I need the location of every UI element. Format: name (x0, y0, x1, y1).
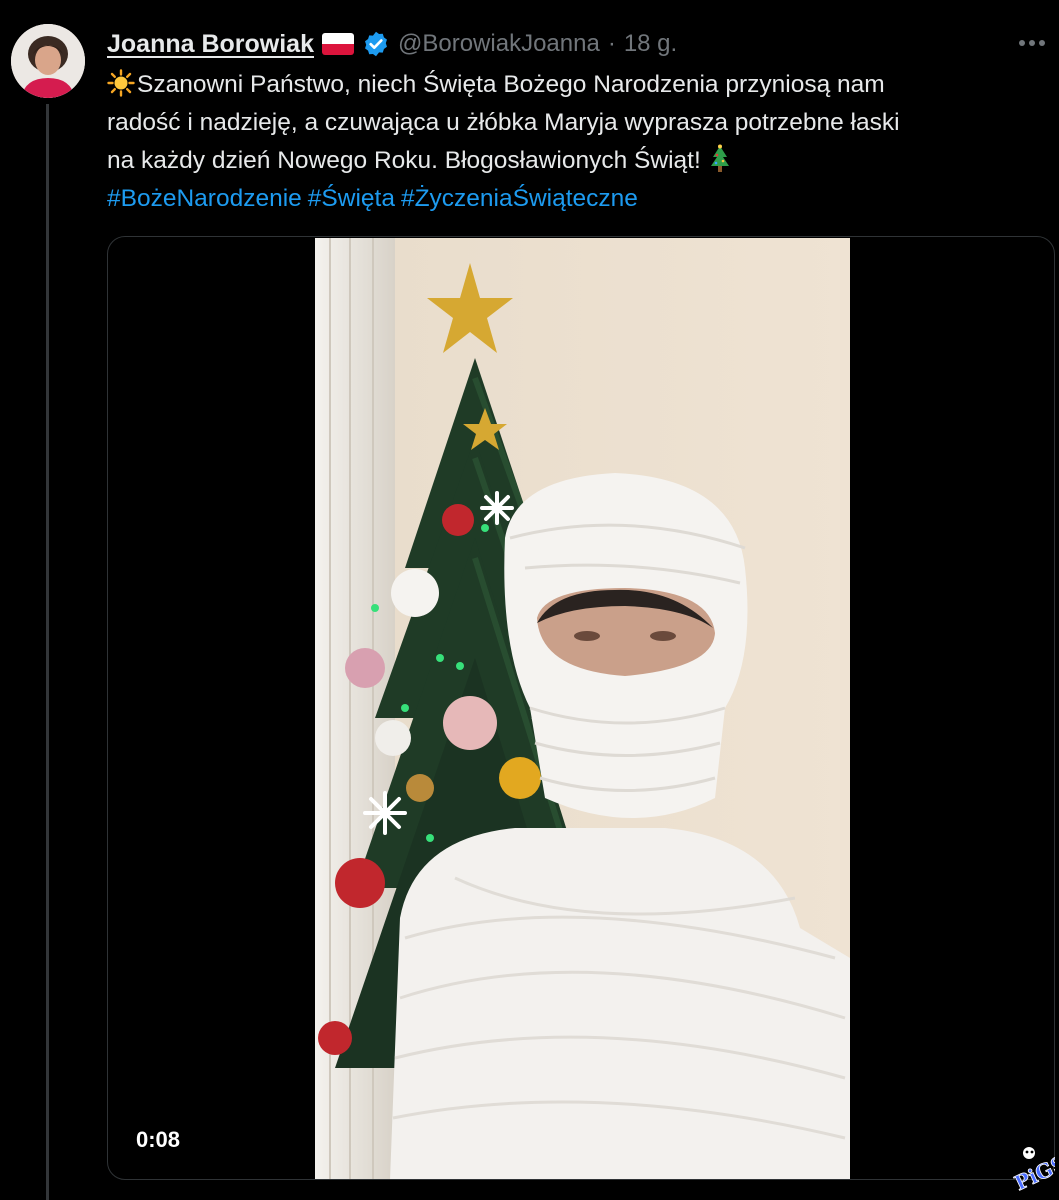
tweet-line-2: radość i nadzieję, a czuwająca u żłóbka … (107, 109, 900, 136)
video-frame[interactable] (315, 238, 850, 1179)
verified-badge-icon[interactable] (362, 30, 390, 58)
hashtag-link[interactable]: #BożeNarodzenie (107, 185, 302, 212)
hashtag-link[interactable]: #ŻyczeniaŚwiąteczne (401, 185, 638, 212)
watermark-logo: PiGS (1010, 1147, 1055, 1196)
poland-flag-icon (322, 33, 354, 55)
tweet-text: Szanowni Państwo, niech Święta Bożego Na… (107, 66, 1037, 218)
avatar[interactable] (11, 24, 85, 98)
tweet-header: Joanna Borowiak @BorowiakJoanna · 18 g. (107, 28, 1059, 60)
tweet: Joanna Borowiak @BorowiakJoanna · 18 g. … (0, 0, 1059, 1200)
separator-dot: · (607, 30, 616, 57)
thread-line (46, 104, 49, 1200)
author-handle[interactable]: @BorowiakJoanna (398, 30, 600, 58)
more-options-icon[interactable] (1015, 30, 1049, 56)
tweet-line-3: na każdy dzień Nowego Roku. Błogosławion… (107, 147, 701, 174)
sun-emoji-icon (107, 69, 135, 97)
tweet-line-1: Szanowni Państwo, niech Święta Bożego Na… (137, 71, 885, 98)
hashtags: #BożeNarodzenie #Święta #ŻyczeniaŚwiąteczn… (107, 180, 1037, 218)
video-timestamp: 0:08 (136, 1127, 181, 1152)
video-player[interactable]: 0:08 (107, 236, 1055, 1180)
author-name[interactable]: Joanna Borowiak (107, 30, 314, 59)
christmas-tree-emoji-icon (710, 144, 729, 172)
hashtag-link[interactable]: #Święta (308, 185, 395, 212)
tweet-time[interactable]: 18 g. (624, 30, 677, 58)
